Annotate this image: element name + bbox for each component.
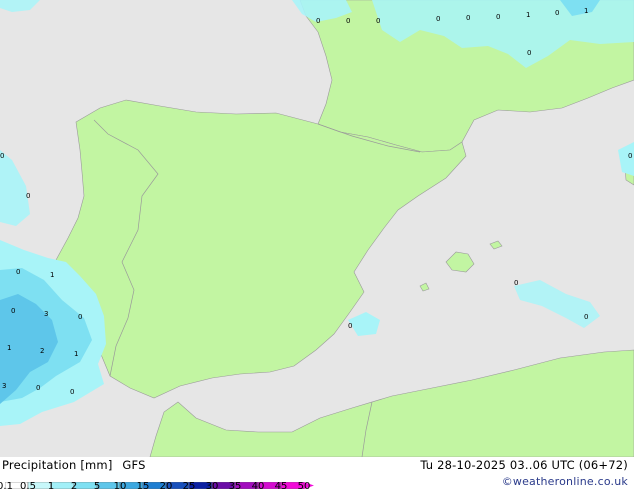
model-name: GFS [122,458,146,472]
precip-label: 0 [496,13,500,21]
legend-title-text: Precipitation [mm] [2,458,113,472]
precip-label: 0 [436,15,440,23]
precip-label: 1 [74,350,78,358]
scale-tick-label: 15 [136,481,150,492]
scale-tick-label: 5 [93,481,101,492]
precip-label: 0 [78,313,82,321]
credit-link[interactable]: ©weatheronline.co.uk [502,475,628,488]
precip-label: 0 [11,307,15,315]
scale-tick-label: 30 [205,481,219,492]
scale-tick-label: 0.1 [0,481,13,492]
precip-label: 0 [376,17,380,25]
scale-tick-label: 25 [182,481,196,492]
precip-label: 0 [26,192,30,200]
precip-label: 1 [584,7,588,15]
forecast-datetime: Tu 28-10-2025 03..06 UTC (06+72) [420,458,628,472]
precip-label: 0 [628,152,632,160]
precip-label: 1 [526,11,530,19]
precip-label: 2 [40,347,44,355]
precip-label: 0 [16,268,20,276]
scale-tick-label: 35 [228,481,242,492]
scale-tick-label: 1 [47,481,55,492]
precip-label: 0 [316,17,320,25]
precip-label: 0 [346,17,350,25]
scale-tick-label: 40 [251,481,265,492]
scale-tick-label: 45 [274,481,288,492]
precip-label: 0 [70,388,74,396]
precip-label: 3 [44,310,48,318]
precip-label: 0 [36,384,40,392]
precip-label: 1 [50,271,54,279]
precip-label: 0 [0,152,4,160]
map-canvas: 0 0 0 0 0 0 1 0 1 0 0 0 0 1 0 3 0 1 2 1 … [0,0,634,457]
precip-label: 0 [466,14,470,22]
precip-label: 1 [7,344,11,352]
scale-tick-label: 0.5 [20,481,36,492]
map-footer: Precipitation [mm] GFS Tu 28-10-2025 03.… [0,457,634,492]
scale-tick-label: 10 [113,481,127,492]
precip-label: 0 [584,313,588,321]
precip-label: 0 [555,9,559,17]
precip-label: 0 [527,49,531,57]
scale-tick-label: 2 [70,481,78,492]
precip-label: 0 [514,279,518,287]
color-scale [4,474,326,490]
precip-label: 0 [348,322,352,330]
scale-tick-label: 20 [159,481,173,492]
legend-title: Precipitation [mm] GFS [2,458,146,472]
scale-tick-label: 50 [297,481,311,492]
precip-label: 3 [2,382,6,390]
precipitation-map: 0 0 0 0 0 0 1 0 1 0 0 0 0 1 0 3 0 1 2 1 … [0,0,634,457]
